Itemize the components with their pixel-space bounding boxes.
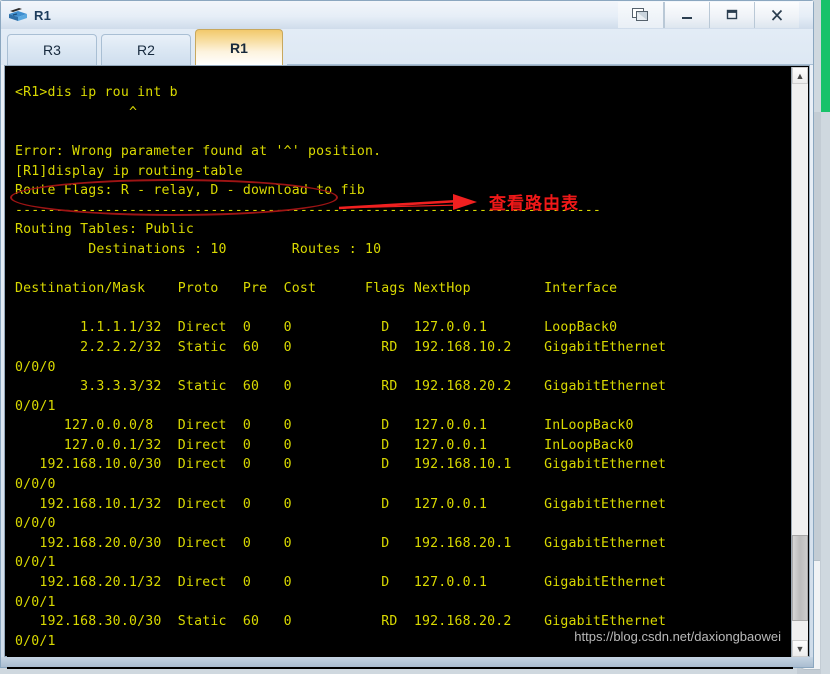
device-tab-strip: R3 R2 R1 [1,29,813,65]
cli-line: 192.168.10.0/30 Direct 0 0 D 192.168.10.… [15,457,667,473]
cli-line: 0/0/0 [15,477,56,493]
maximize-button[interactable] [709,2,754,28]
console-vertical-scrollbar[interactable]: ▲ ▼ [791,67,808,657]
cli-line: 0/0/0 [15,359,56,375]
cli-line: <R1>dis ip rou int b [15,85,178,101]
cli-line: [R1]display ip routing-table [15,163,243,179]
cli-line: Destinations : 10 Routes : 10 [15,241,382,257]
cli-line: 192.168.10.1/32 Direct 0 0 D 127.0.0.1 G… [15,496,667,512]
cli-line: ----------------------------------------… [15,202,602,218]
tab-strip-filler [287,35,813,65]
cli-line [15,299,793,319]
tab-r3[interactable]: R3 [7,34,97,65]
cli-line: 3.3.3.3/32 Static 60 0 RD 192.168.20.2 G… [15,379,667,395]
close-button[interactable] [754,2,799,28]
tab-r2[interactable]: R2 [101,34,191,65]
tab-r1[interactable]: R1 [195,29,283,65]
router-cli-window: R1 R3 R2 R1 <R1>dis ip rou int b ^ Error… [0,0,814,670]
scroll-up-arrow-icon[interactable]: ▲ [792,67,808,84]
cli-console-frame: <R1>dis ip rou int b ^ Error: Wrong para… [4,65,810,670]
background-window-green-strip [821,0,830,112]
cli-line: Error: Wrong parameter found at '^' posi… [15,143,382,159]
cli-line: 0/0/1 [15,633,56,649]
cli-line: 192.168.30.0/30 Static 60 0 RD 192.168.2… [15,614,667,630]
window-bottom-bar [1,657,813,667]
cli-line: 0/0/0 [15,516,56,532]
cli-output-text[interactable]: <R1>dis ip rou int b ^ Error: Wrong para… [7,79,793,670]
cli-line: 2.2.2.2/32 Static 60 0 RD 192.168.10.2 G… [15,339,667,355]
cli-line: 192.168.20.0/30 Direct 0 0 D 192.168.20.… [15,535,667,551]
cli-line: 127.0.0.0/8 Direct 0 0 D 127.0.0.1 InLoo… [15,418,634,434]
window-title: R1 [34,7,52,23]
cli-line: 0/0/1 [15,398,56,414]
cli-line: Destination/Mask Proto Pre Cost Flags Ne… [15,281,618,297]
cli-line [15,122,793,142]
cli-line: Routing Tables: Public [15,222,195,238]
cli-line: 0/0/1 [15,594,56,610]
restore-button[interactable] [618,2,664,28]
titlebar-left-group: R1 [1,5,51,25]
window-controls [618,2,799,28]
cli-line [15,260,793,280]
cli-line: 192.168.20.1/32 Direct 0 0 D 127.0.0.1 G… [15,575,667,591]
scrollbar-thumb[interactable] [792,535,808,621]
window-titlebar[interactable]: R1 [1,1,813,29]
router-icon [7,5,29,25]
cli-line: Route Flags: R - relay, D - download to … [15,183,366,199]
cli-line: ^ [15,104,138,120]
minimize-button[interactable] [664,2,709,28]
cli-line: 0/0/1 [15,555,56,571]
scroll-down-arrow-icon[interactable]: ▼ [792,640,808,657]
cli-line: 1.1.1.1/32 Direct 0 0 D 127.0.0.1 LoopBa… [15,320,618,336]
cli-line: 127.0.0.1/32 Direct 0 0 D 127.0.0.1 InLo… [15,437,634,453]
desktop-background: R1 R3 R2 R1 <R1>dis ip rou int b ^ Error… [0,0,830,674]
